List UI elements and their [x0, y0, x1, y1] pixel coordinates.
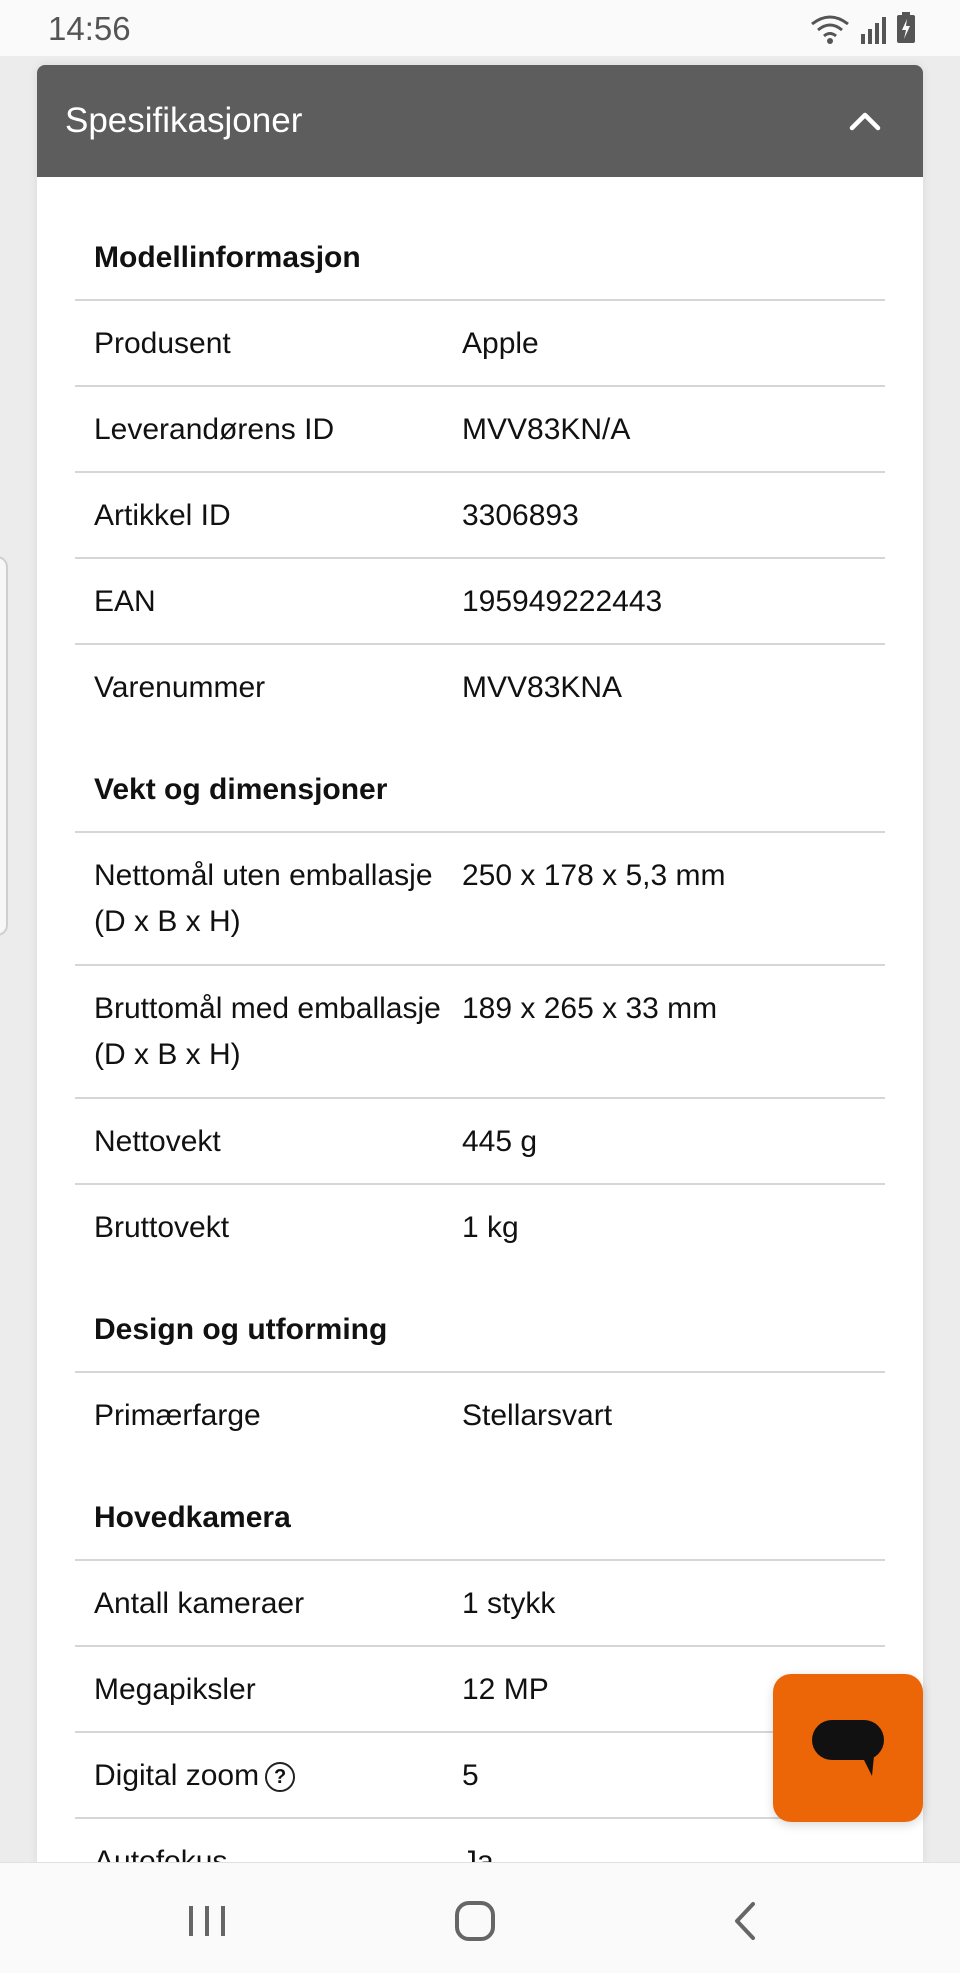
spec-row: Artikkel ID 3306893 — [75, 473, 885, 559]
spec-value: 189 x 265 x 33 mm — [462, 992, 718, 1025]
spec-label: Nettovekt — [94, 1125, 221, 1158]
spec-value: 445 g — [462, 1125, 538, 1158]
spec-row: Varenummer MVV83KNA — [75, 645, 885, 731]
status-icons — [810, 12, 916, 44]
spec-row: Bruttomål med emballasje (D x B x H) 189… — [75, 966, 885, 1099]
spec-label-text: Digital zoom — [94, 1759, 260, 1792]
spec-label: Nettomål uten emballasje (D x B x H) — [94, 859, 433, 938]
spec-label: Varenummer — [94, 671, 266, 704]
specifications-header[interactable]: Spesifikasjoner — [37, 65, 923, 177]
spec-value: 195949222443 — [462, 585, 663, 618]
status-time: 14:56 — [48, 10, 131, 47]
spec-value: Apple — [462, 327, 539, 360]
help-icon[interactable]: ? — [265, 1762, 296, 1793]
spec-label: Artikkel ID — [94, 499, 231, 532]
system-navigation-bar — [0, 1862, 960, 1973]
spec-row: Produsent Apple — [75, 301, 885, 387]
home-icon — [455, 1901, 495, 1941]
spec-label: Digital zoom? — [75, 1733, 462, 1817]
chevron-up-icon — [849, 112, 881, 131]
spec-row: Megapiksler 12 MP — [75, 1647, 885, 1733]
group-heading: Hovedkamera — [75, 1459, 885, 1561]
spec-value: 250 x 178 x 5,3 mm — [462, 859, 726, 892]
spec-label: Megapiksler — [94, 1673, 256, 1706]
spec-row: Antall kameraer 1 stykk — [75, 1561, 885, 1647]
signal-icon — [861, 17, 886, 44]
spec-row: Digital zoom? 5 — [75, 1733, 885, 1819]
spec-value: 1 stykk — [462, 1587, 556, 1620]
chat-button[interactable] — [773, 1674, 923, 1822]
group-heading: Modellinformasjon — [75, 177, 885, 301]
spec-value: Stellarsvart — [462, 1399, 613, 1432]
specifications-panel: Spesifikasjoner Modellinformasjon Produs… — [37, 65, 923, 1865]
group-heading: Vekt og dimensjoner — [75, 731, 885, 833]
spec-value: MVV83KN/A — [462, 413, 631, 446]
spec-label: Bruttomål med emballasje (D x B x H) — [94, 992, 441, 1071]
spec-label: Produsent — [94, 327, 231, 360]
collapse-button[interactable] — [835, 91, 895, 151]
spec-label: Bruttovekt — [94, 1211, 230, 1244]
spec-label: EAN — [94, 585, 156, 618]
home-button[interactable] — [445, 1891, 505, 1951]
spec-value: 1 kg — [462, 1211, 519, 1244]
back-button[interactable] — [714, 1891, 774, 1951]
specifications-title: Spesifikasjoner — [65, 101, 303, 140]
spec-label: Antall kameraer — [94, 1587, 305, 1620]
spec-value: 3306893 — [462, 499, 579, 532]
recent-apps-icon — [189, 1906, 225, 1936]
spec-label: Autofokus — [94, 1845, 228, 1865]
battery-charging-icon — [897, 12, 915, 43]
spec-row: EAN 195949222443 — [75, 559, 885, 645]
group-heading: Design og utforming — [75, 1271, 885, 1373]
background-panel-edge — [0, 556, 8, 936]
spec-row: Leverandørens ID MVV83KN/A — [75, 387, 885, 473]
spec-row: Bruttovekt 1 kg — [75, 1185, 885, 1271]
spec-row: Primærfarge Stellarsvart — [75, 1373, 885, 1459]
status-bar: 14:56 — [0, 0, 960, 56]
spec-label: Primærfarge — [94, 1399, 261, 1432]
spec-row: Nettomål uten emballasje (D x B x H) 250… — [75, 833, 885, 966]
back-icon — [735, 1902, 755, 1940]
spec-label: Leverandørens ID — [94, 413, 335, 446]
spec-row: Nettovekt 445 g — [75, 1099, 885, 1185]
spec-list: Modellinformasjon Produsent Apple Levera… — [37, 177, 923, 1865]
recent-apps-button[interactable] — [177, 1891, 237, 1951]
wifi-icon — [811, 15, 849, 44]
spec-value: Ja — [462, 1845, 494, 1865]
spec-value: MVV83KNA — [462, 671, 623, 704]
chat-bubble-icon — [812, 1720, 884, 1776]
spec-row: Autofokus Ja — [75, 1819, 885, 1865]
